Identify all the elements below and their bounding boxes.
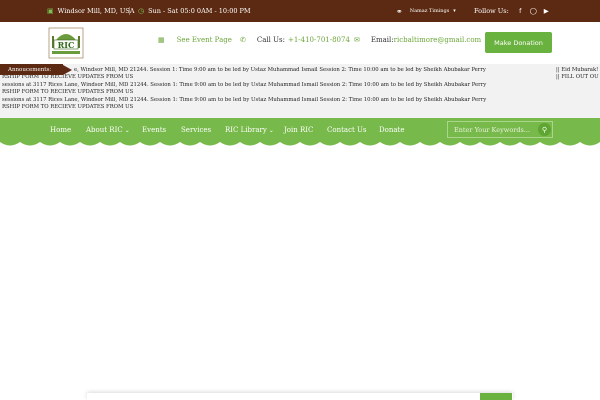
ticker-right-line: || Eid Mubarak! <box>556 67 599 73</box>
event-link-text: See Event Page <box>176 36 232 44</box>
hours-text: Sun - Sat 05:0 0AM - 10:00 PM <box>148 7 251 15</box>
nav-events[interactable]: Events <box>142 118 166 142</box>
nav-services[interactable]: Services <box>181 118 211 142</box>
chevron-down-icon: ⌄ <box>124 126 130 134</box>
ticker-right-line: || FILL OUT OU <box>556 74 599 80</box>
ric-logo[interactable]: RIC <box>47 26 85 60</box>
nav-contact[interactable]: Contact Us <box>327 118 367 142</box>
nav-scallop-edge <box>0 140 600 146</box>
namaz-dropdown[interactable]: ⚭ Namaz Timings ▾ <box>396 0 456 22</box>
ticker-line: RSHIP FORM TO RECIEVE UPDATES FROM US <box>2 104 134 110</box>
envelope-icon: ✉ <box>354 36 360 44</box>
call-number: +1-410-701-8074 <box>287 36 350 44</box>
content-card-accent <box>480 393 512 400</box>
follow-us: Follow Us: f ◯ ▶ <box>474 0 551 22</box>
nav-about[interactable]: About RIC ⌄ <box>86 118 130 142</box>
content-card <box>87 393 513 400</box>
top-bar: ▣ Windsor Mill, MD, USA ◷ Sun - Sat 05:0… <box>0 0 600 22</box>
email-label: Email: <box>370 36 394 44</box>
location-text: Windsor Mill, MD, USA <box>57 7 135 15</box>
caret-down-icon: ▾ <box>453 8 456 14</box>
location: ▣ Windsor Mill, MD, USA <box>47 0 134 22</box>
chevron-down-icon: ⌄ <box>268 126 274 134</box>
hours: ◷ Sun - Sat 05:0 0AM - 10:00 PM <box>138 0 251 22</box>
nav-home[interactable]: Home <box>50 118 71 142</box>
call-label: Call Us: <box>256 36 285 44</box>
calendar-icon: ▦ <box>158 36 165 44</box>
nav-about-label: About RIC <box>86 126 123 134</box>
divider <box>129 7 130 15</box>
ticker-line: e, Windsor Mill, MD 21244. Session 1: Ti… <box>74 67 486 73</box>
map-icon: ▣ <box>47 6 54 15</box>
phone-icon: ✆ <box>240 36 246 44</box>
instagram-icon[interactable]: ◯ <box>529 7 538 15</box>
ticker-line: sessions at 3117 Rices Lane, Windsor Mil… <box>2 97 487 103</box>
nav-donate[interactable]: Donate <box>379 118 404 142</box>
logo-text: RIC <box>58 40 75 50</box>
facebook-icon[interactable]: f <box>516 7 525 15</box>
call-us[interactable]: ✆ Call Us: +1-410-701-8074 <box>240 36 350 44</box>
announcement-ticker: e, Windsor Mill, MD 21244. Session 1: Ti… <box>0 64 600 118</box>
announcement-label: Annoucements: <box>0 64 63 75</box>
search-icon[interactable]: ⚲ <box>538 123 551 136</box>
ticker-line: sessions at 3117 Rices Lane, Windsor Mil… <box>2 82 487 88</box>
announcement-arrow <box>63 65 72 75</box>
email[interactable]: ✉ Email: ricbaltimore@gmail.com <box>354 36 481 44</box>
nav-library-label: RIC Library <box>225 126 267 134</box>
email-value: ricbaltimore@gmail.com <box>393 36 482 44</box>
youtube-icon[interactable]: ▶ <box>542 7 551 15</box>
namaz-label: Namaz Timings <box>409 8 450 14</box>
ticker-line: RSHIP FORM TO RECIEVE UPDATES FROM US <box>2 89 134 95</box>
header: RIC ▦ See Event Page ✆ Call Us: +1-410-7… <box>0 22 600 64</box>
event-page-link[interactable]: ▦ See Event Page <box>158 36 232 44</box>
nav-library[interactable]: RIC Library ⌄ <box>225 118 274 142</box>
nav-join[interactable]: Join RIC <box>284 118 313 142</box>
make-donation-button[interactable]: Make Donation <box>485 32 552 53</box>
clock-icon: ◷ <box>138 6 145 15</box>
follow-label: Follow Us: <box>474 7 509 15</box>
mosque-icon: ⚭ <box>396 6 403 16</box>
